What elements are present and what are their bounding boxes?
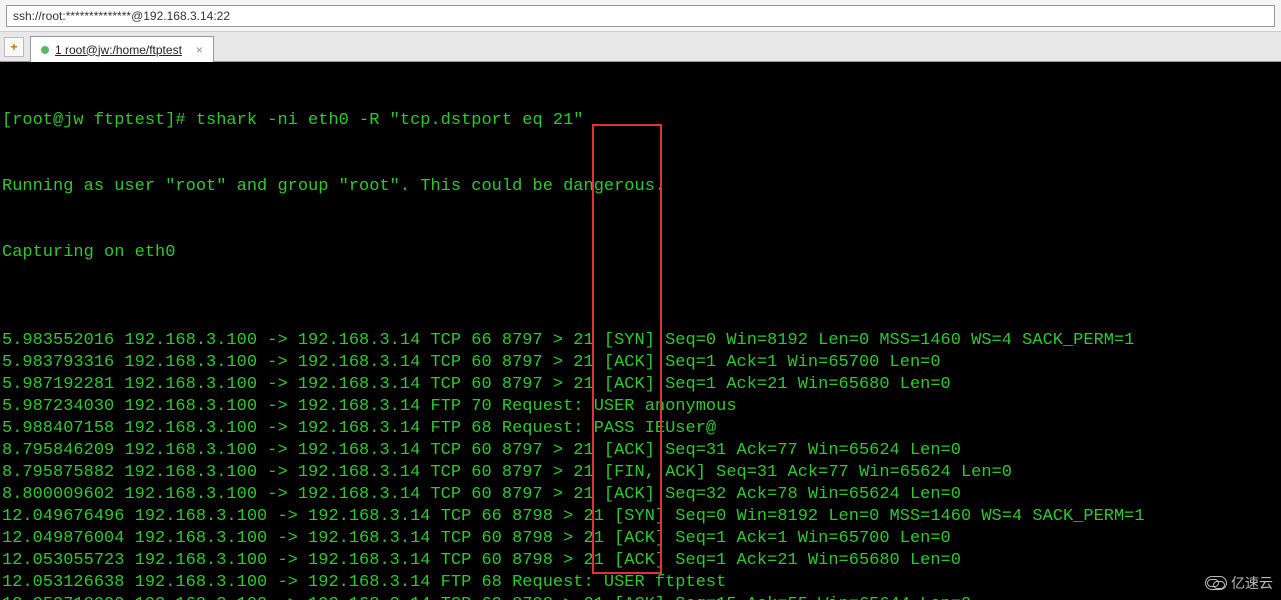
terminal-line: 5.987192281 192.168.3.100 -> 192.168.3.1… <box>2 374 1279 396</box>
watermark-text: 亿速云 <box>1231 572 1273 594</box>
terminal-line: 12.053718900 192.168.3.100 -> 192.168.3.… <box>2 594 1279 600</box>
tab-strip: + 1 root@jw:/home/ftptest × <box>0 32 1281 62</box>
terminal-line: 12.053055723 192.168.3.100 -> 192.168.3.… <box>2 550 1279 572</box>
terminal-line: 5.987234030 192.168.3.100 -> 192.168.3.1… <box>2 396 1279 418</box>
tab-title: 1 root@jw:/home/ftptest <box>55 43 182 57</box>
terminal-line: 8.795875882 192.168.3.100 -> 192.168.3.1… <box>2 462 1279 484</box>
address-bar <box>0 0 1281 32</box>
terminal-line: [root@jw ftptest]# tshark -ni eth0 -R "t… <box>2 110 1279 132</box>
terminal-line: 5.983552016 192.168.3.100 -> 192.168.3.1… <box>2 330 1279 352</box>
cloud-icon <box>1205 576 1227 590</box>
new-tab-button[interactable]: + <box>4 37 24 57</box>
terminal-line: 12.053126638 192.168.3.100 -> 192.168.3.… <box>2 572 1279 594</box>
terminal-line: 5.983793316 192.168.3.100 -> 192.168.3.1… <box>2 352 1279 374</box>
address-input[interactable] <box>6 5 1275 27</box>
tab-session[interactable]: 1 root@jw:/home/ftptest × <box>30 36 214 62</box>
watermark: 亿速云 <box>1205 572 1273 594</box>
status-dot-icon <box>41 46 49 54</box>
tab-close-button[interactable]: × <box>196 43 203 57</box>
terminal-line: 12.049876004 192.168.3.100 -> 192.168.3.… <box>2 528 1279 550</box>
terminal-line: 12.049676496 192.168.3.100 -> 192.168.3.… <box>2 506 1279 528</box>
terminal-output[interactable]: [root@jw ftptest]# tshark -ni eth0 -R "t… <box>0 62 1281 600</box>
terminal-line: Running as user "root" and group "root".… <box>2 176 1279 198</box>
terminal-line: 5.988407158 192.168.3.100 -> 192.168.3.1… <box>2 418 1279 440</box>
terminal-line: 8.800009602 192.168.3.100 -> 192.168.3.1… <box>2 484 1279 506</box>
terminal-line: 8.795846209 192.168.3.100 -> 192.168.3.1… <box>2 440 1279 462</box>
terminal-line: Capturing on eth0 <box>2 242 1279 264</box>
